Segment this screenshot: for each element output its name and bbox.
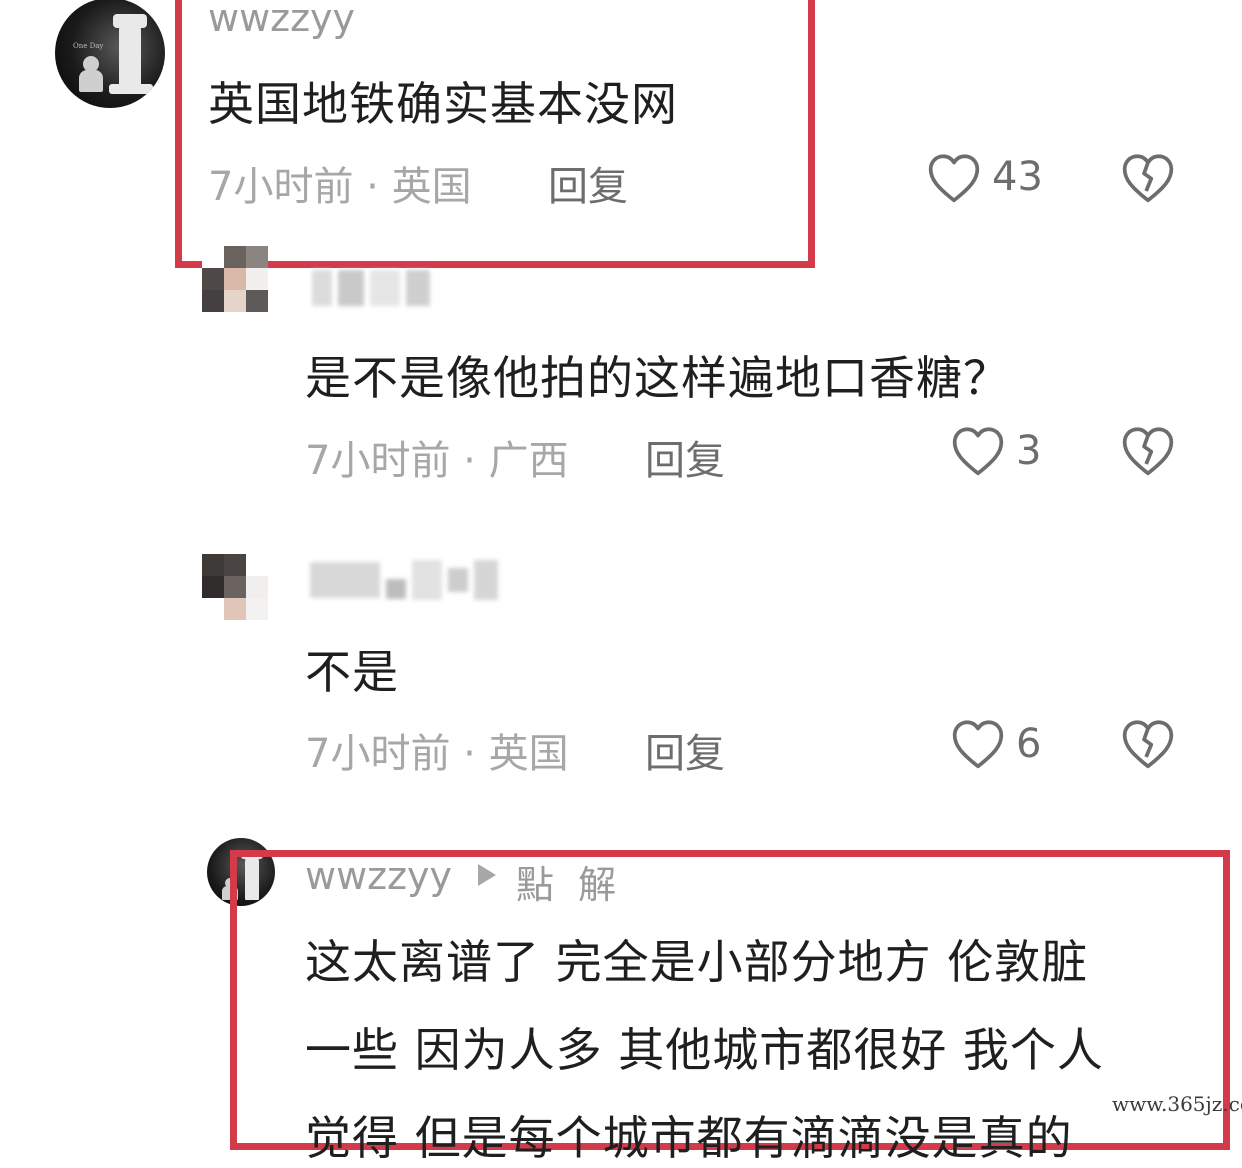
like-count: 3	[1016, 428, 1042, 474]
broken-heart-icon[interactable]	[1120, 423, 1176, 481]
comment-text: 不是	[305, 645, 399, 699]
broken-heart-icon[interactable]	[1120, 150, 1176, 208]
avatar[interactable]	[202, 554, 268, 620]
reply-button[interactable]: 回复	[645, 428, 725, 486]
comment-text: 是不是像他拍的这样遍地口香糖？	[305, 351, 1010, 405]
comment-text-line: 觉得 但是每个城市都有滴滴没是真的	[305, 1111, 1073, 1165]
comment-time-location: 7小时前 · 英国	[305, 731, 569, 777]
play-arrow-icon	[476, 862, 498, 892]
comment-text: 英国地铁确实基本没网	[208, 77, 678, 131]
like-count: 43	[992, 154, 1043, 200]
reply-button[interactable]: 回复	[645, 721, 725, 779]
comment-username[interactable]	[310, 560, 498, 600]
reply-button[interactable]: 回复	[548, 154, 628, 212]
comment-text-line: 一些 因为人多 其他城市都很好 我个人	[305, 1023, 1104, 1077]
like-count: 6	[1016, 721, 1042, 767]
comment-time-location: 7小时前 · 广西	[305, 438, 569, 484]
broken-heart-icon[interactable]	[1120, 716, 1176, 774]
comment-text-line: 这太离谱了 完全是小部分地方 伦敦脏	[305, 935, 1089, 989]
comment-username[interactable]: wwzzyy	[208, 0, 355, 40]
watermark: www.365jz.com	[1112, 1092, 1242, 1116]
comment-username[interactable]: wwzzyy	[305, 854, 452, 898]
highlight-box	[175, 0, 815, 268]
avatar-caption: One Day	[73, 42, 104, 50]
heart-outline-icon[interactable]	[950, 423, 1006, 481]
avatar[interactable]	[202, 246, 268, 312]
avatar[interactable]: One Day	[55, 0, 165, 108]
heart-outline-icon[interactable]	[950, 716, 1006, 774]
heart-outline-icon[interactable]	[926, 150, 982, 208]
reply-target-username[interactable]: 點 解	[516, 854, 622, 909]
comment-time-location: 7小时前 · 英国	[208, 164, 472, 210]
comment-username[interactable]	[312, 270, 430, 306]
